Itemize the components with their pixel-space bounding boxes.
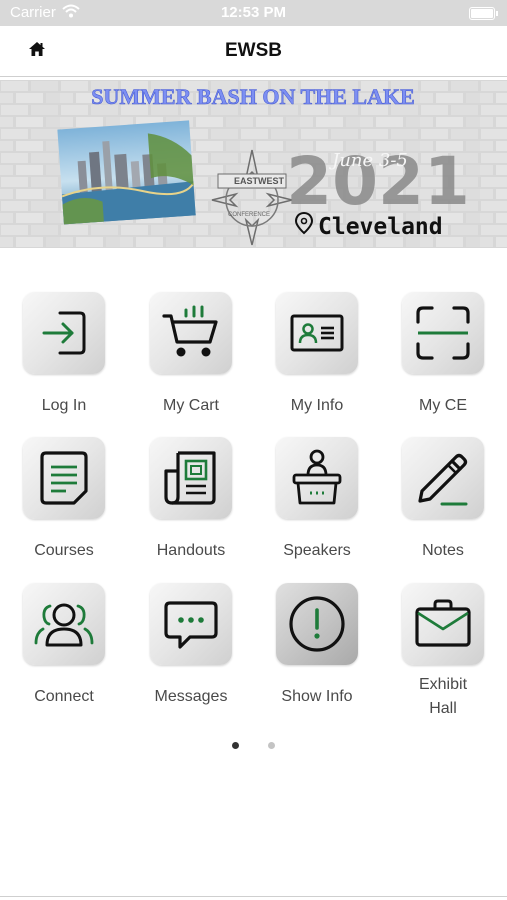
- banner-headline: SUMMER BASH ON THE LAKE: [91, 84, 415, 109]
- tile-label: My Cart: [163, 397, 219, 414]
- navigation-bar: EWSB: [0, 26, 507, 77]
- tile-my-ce[interactable]: My CE: [388, 292, 498, 418]
- chat-bubble-icon: [164, 601, 218, 649]
- id-card-icon: [290, 314, 344, 352]
- show-info-button[interactable]: [276, 583, 358, 665]
- tile-label: Exhibit Hall: [418, 676, 468, 717]
- page-title: EWSB: [225, 40, 282, 61]
- scan-icon: [416, 306, 470, 360]
- tile-label: Notes: [422, 542, 464, 559]
- tile-label: Log In: [41, 397, 87, 414]
- city-photo: [57, 120, 196, 225]
- page-dot-active[interactable]: [232, 742, 239, 749]
- pencil-icon: [418, 453, 468, 506]
- my-ce-button[interactable]: [402, 292, 484, 374]
- status-bar: Carrier 12:53 PM: [0, 0, 507, 26]
- page-dot-inactive[interactable]: [268, 742, 275, 749]
- speakers-button[interactable]: [276, 437, 358, 519]
- tile-courses[interactable]: Courses: [9, 437, 119, 563]
- tile-label: Courses: [34, 542, 94, 559]
- tile-log-in[interactable]: Log In: [9, 292, 119, 418]
- login-icon: [42, 311, 86, 355]
- tile-label: My Info: [290, 397, 344, 414]
- notes-button[interactable]: [402, 437, 484, 519]
- podium-speaker-icon: [292, 449, 342, 505]
- newspaper-icon: [164, 451, 216, 505]
- my-info-button[interactable]: [276, 292, 358, 374]
- exhibit-hall-button[interactable]: [402, 583, 484, 665]
- courses-button[interactable]: [23, 437, 105, 519]
- banner-city: Cleveland: [318, 214, 443, 240]
- battery-icon: [469, 7, 498, 20]
- logo-west-text: WEST: [258, 176, 285, 186]
- document-icon: [40, 451, 88, 505]
- briefcase-icon: [415, 599, 471, 647]
- log-in-button[interactable]: [23, 292, 105, 374]
- tile-speakers[interactable]: Speakers: [262, 437, 372, 563]
- event-banner: EAST WEST CONFERENCE SUMMER BASH ON THE …: [0, 80, 507, 248]
- people-icon: [34, 603, 94, 647]
- tile-connect[interactable]: Connect: [9, 583, 119, 709]
- info-exclamation-icon: [289, 596, 345, 652]
- page-indicator[interactable]: [0, 740, 507, 750]
- logo-east-text: EAST: [234, 176, 259, 186]
- bottom-divider: [0, 896, 507, 897]
- tile-label: Handouts: [156, 542, 226, 559]
- tile-show-info[interactable]: Show Info: [262, 583, 372, 709]
- connect-button[interactable]: [23, 583, 105, 665]
- tile-label: Speakers: [283, 542, 351, 559]
- tile-label: My CE: [419, 397, 467, 414]
- tile-my-info[interactable]: My Info: [262, 292, 372, 418]
- messages-button[interactable]: [150, 583, 232, 665]
- cart-icon: [162, 305, 218, 357]
- tile-label: Connect: [34, 688, 94, 705]
- tile-notes[interactable]: Notes: [388, 437, 498, 563]
- logo-conference-text: CONFERENCE: [228, 212, 270, 218]
- tile-label: Show Info: [281, 688, 353, 705]
- tile-exhibit-hall[interactable]: Exhibit Hall: [388, 583, 498, 721]
- my-cart-button[interactable]: [150, 292, 232, 374]
- handouts-button[interactable]: [150, 437, 232, 519]
- tile-my-cart[interactable]: My Cart: [136, 292, 246, 418]
- tile-messages[interactable]: Messages: [136, 583, 246, 709]
- banner-date: June 3-5: [328, 150, 408, 171]
- tile-handouts[interactable]: Handouts: [136, 437, 246, 563]
- tile-label: Messages: [154, 688, 228, 705]
- clock: 12:53 PM: [220, 4, 287, 21]
